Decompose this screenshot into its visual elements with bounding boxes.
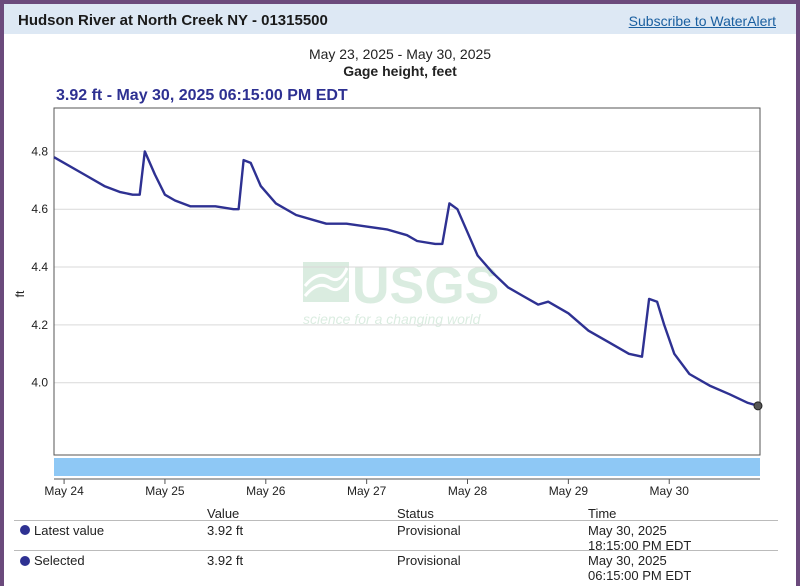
row-status: Provisional (397, 553, 461, 568)
x-axis-ticks: May 24 May 25 May 26 May 27 May 28 May 29 May … (44, 479, 689, 498)
row-label: Latest value (34, 523, 105, 538)
y-axis-label: ft (13, 290, 27, 297)
y-tick-label: 4.0 (31, 376, 48, 390)
row-value: 3.92 ft (207, 523, 244, 538)
usgs-logo-text: USGS (352, 257, 499, 315)
y-tick-label: 4.4 (31, 260, 48, 274)
value-column-header: Value (207, 506, 240, 521)
y-tick-label: 4.8 (31, 144, 48, 158)
status-column-header: Status (397, 506, 434, 521)
x-tick-label: May 26 (246, 484, 286, 498)
x-tick-label: May 29 (549, 484, 589, 498)
table-row-selected: Selected 3.92 ft Provisional May 30, 202… (14, 550, 778, 585)
x-tick-label: May 24 (44, 484, 84, 498)
latest-point-marker (753, 401, 763, 411)
x-tick-label: May 25 (145, 484, 185, 498)
series-dot-icon (20, 525, 30, 535)
series-dot-icon (20, 556, 30, 566)
row-label: Selected (34, 553, 85, 568)
row-status: Provisional (397, 523, 461, 538)
row-time-date: May 30, 2025 (588, 523, 667, 538)
y-tick-label: 4.2 (31, 318, 48, 332)
y-axis-ticks: 4.0 4.2 4.4 4.6 4.8 (31, 144, 48, 389)
row-time-clock: 06:15:00 PM EDT (588, 568, 692, 583)
x-tick-label: May 28 (448, 484, 488, 498)
row-time-date: May 30, 2025 (588, 553, 667, 568)
x-tick-label: May 30 (650, 484, 690, 498)
table-row-latest: Latest value 3.92 ft Provisional May 30,… (14, 520, 778, 553)
gage-height-chart[interactable]: USGS science for a changing world 4.04.2… (0, 0, 800, 500)
y-tick-label: 4.6 (31, 202, 48, 216)
time-column-header: Time (588, 506, 617, 521)
x-tick-label: May 27 (347, 484, 387, 498)
row-value: 3.92 ft (207, 553, 244, 568)
time-brush-bar[interactable] (54, 458, 760, 476)
usgs-logo-icon (303, 262, 349, 302)
